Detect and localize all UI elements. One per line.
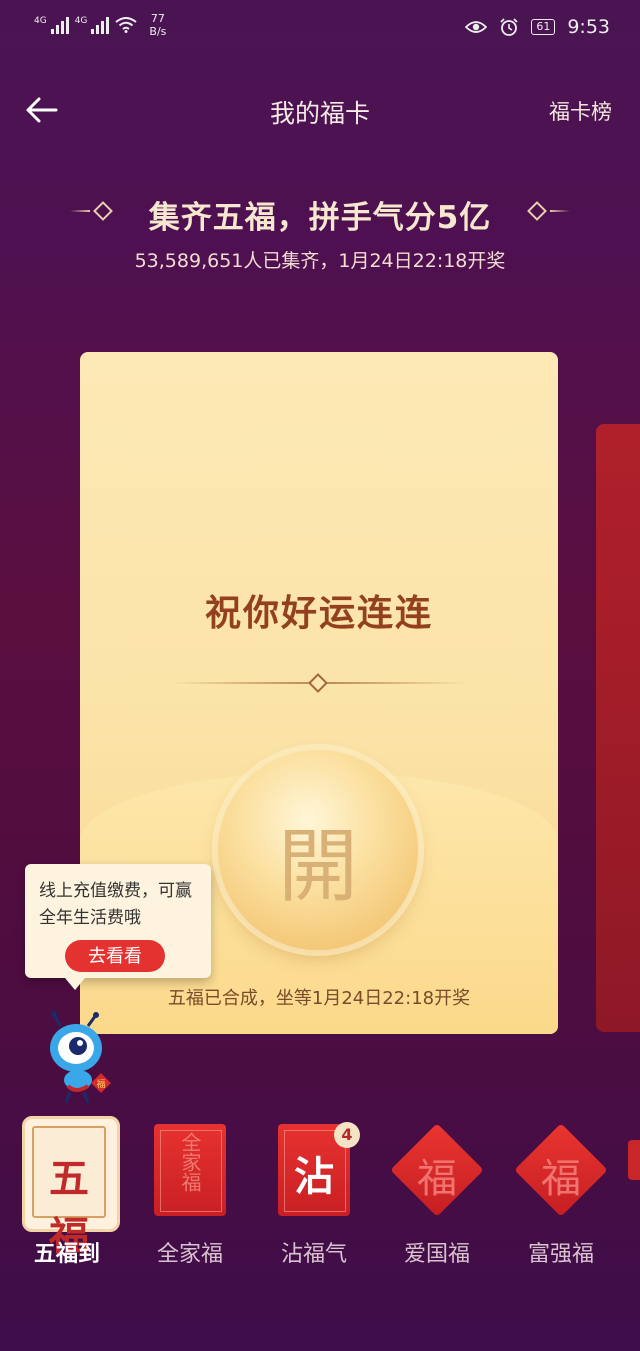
blessing-text: 祝你好运连连 xyxy=(204,593,433,634)
ant-mascot-icon[interactable]: 福 xyxy=(40,1010,120,1105)
divider-diamond-icon xyxy=(308,673,328,693)
open-button[interactable]: 開 xyxy=(218,750,418,950)
alarm-icon xyxy=(500,18,518,36)
quanjiafu-card-icon[interactable]: 全家福 xyxy=(154,1124,226,1216)
svg-text:福: 福 xyxy=(96,1078,105,1090)
page-title: 我的福卡 xyxy=(269,99,370,128)
tab-quanjiafu[interactable]: 全家福 xyxy=(130,1236,250,1268)
signal-icon-2: 4G xyxy=(75,16,110,34)
speed-value: 77 xyxy=(150,12,165,25)
more-cards-peek[interactable] xyxy=(628,1140,640,1180)
card-count-badge: 4 xyxy=(334,1122,360,1148)
promo-tooltip: 线上充值缴费，可赢全年生活费哦 去看看 xyxy=(25,864,211,990)
aiguofu-card-text: 福 xyxy=(417,1156,457,1202)
wifi-icon xyxy=(115,17,138,33)
headline: 集齐五福，拼手气分5亿 xyxy=(148,200,492,236)
signal-icon: 4G xyxy=(34,16,69,34)
battery-icon: 61 xyxy=(531,19,556,35)
next-card-peek[interactable] xyxy=(596,424,640,1032)
eye-icon xyxy=(465,21,488,33)
draw-notice: 五福已合成，坐等1月24日22:18开奖 xyxy=(167,988,471,1009)
status-bar: 4G 4G 77 B/s 61 9:53 xyxy=(0,0,640,56)
zhanfuqi-card-text: 沾 xyxy=(294,1154,334,1200)
network-speed: 77 B/s xyxy=(149,12,166,38)
wufu-card-icon[interactable]: 五福 xyxy=(32,1126,106,1260)
go-see-button[interactable]: 去看看 xyxy=(65,940,165,972)
tab-aiguofu[interactable]: 爱国福 xyxy=(377,1236,497,1268)
tab-wufudao[interactable]: 五福到 xyxy=(7,1236,127,1268)
fuqiangfu-card-text: 福 xyxy=(541,1156,581,1202)
network-type-1: 4G xyxy=(34,16,47,26)
collect-count-info: 53,589,651人已集齐，1月24日22:18开奖 xyxy=(134,250,506,272)
open-char: 開 xyxy=(278,820,358,913)
fuka-ranking-link[interactable]: 福卡榜 xyxy=(549,96,612,126)
promo-text: 线上充值缴费，可赢全年生活费哦 xyxy=(39,881,192,928)
tab-zhanfuqi[interactable]: 沾福气 xyxy=(254,1236,374,1268)
tab-fuqiangfu[interactable]: 富强福 xyxy=(501,1236,621,1268)
quanjiafu-card-text: 全家福 xyxy=(178,1132,202,1192)
nav-bar: 我的福卡 福卡榜 xyxy=(0,86,640,134)
network-type-2: 4G xyxy=(74,16,88,26)
speed-unit: B/s xyxy=(149,25,167,38)
clock: 9:53 xyxy=(567,16,610,38)
